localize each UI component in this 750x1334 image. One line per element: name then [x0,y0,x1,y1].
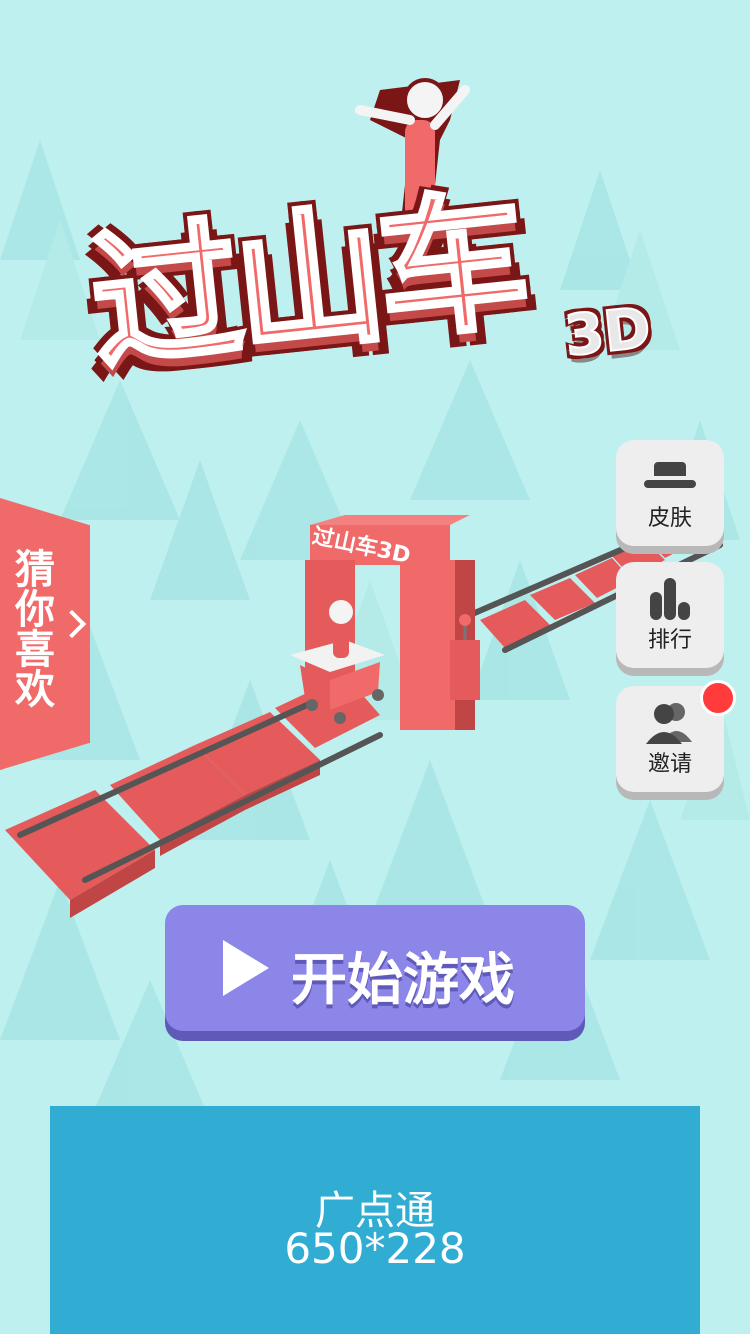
ad-size: 650*228 [284,1224,466,1273]
rank-label: 排行 [647,628,692,653]
rank-button[interactable]: 排行 [616,562,724,668]
ad-banner[interactable]: 广点通 650*228 [50,1106,700,1334]
skin-label: 皮肤 [647,506,692,531]
game-title: 过山车 [81,172,533,394]
users-icon [646,703,692,744]
notification-dot [700,680,736,716]
hat-icon [644,462,696,488]
skin-button[interactable]: 皮肤 [616,440,724,546]
invite-label: 邀请 [647,752,692,777]
start-game-label: 开始游戏 [291,948,515,1013]
guess-you-like-label[interactable]: 猜你喜欢 [8,548,54,708]
play-icon [223,940,269,996]
start-game-button[interactable]: 开始游戏 [165,905,585,1031]
game-logo: 过山车 3D [60,60,700,420]
bar-chart-icon [650,578,690,620]
game-title-3d: 3D [561,295,655,371]
